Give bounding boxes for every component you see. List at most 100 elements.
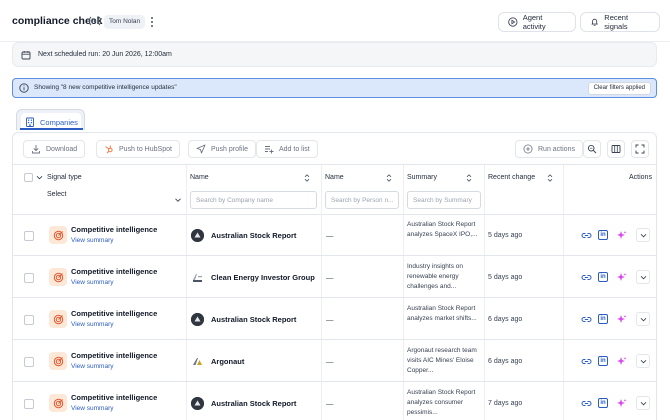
signal-type-badge <box>49 310 67 328</box>
linkedin-button[interactable]: in <box>596 396 610 410</box>
view-summary-link[interactable]: View summary <box>71 237 114 244</box>
columns-icon <box>611 145 621 153</box>
company-name[interactable]: Australian Stock Report <box>211 231 296 240</box>
chevron-down-icon <box>175 198 181 202</box>
recent-signals-button[interactable]: Recent signals <box>580 12 660 32</box>
summary-text: Argonaut research team visits AIC Mines'… <box>407 347 477 374</box>
summary-search-input[interactable] <box>407 191 481 209</box>
row-checkbox[interactable] <box>24 273 34 283</box>
company-name[interactable]: Australian Stock Report <box>211 399 296 408</box>
website-link-button[interactable] <box>579 228 593 242</box>
companies-table: Download Push to HubSpot Push profile Ad… <box>12 132 657 420</box>
actions-header: Actions <box>629 174 652 181</box>
ai-enrich-button[interactable] <box>614 396 628 410</box>
add-to-list-button[interactable]: Add to list <box>256 140 318 158</box>
row-checkbox[interactable] <box>24 357 34 367</box>
linkedin-button[interactable]: in <box>596 228 610 242</box>
app-header: compliance check Tom Nolan Agent activit… <box>0 0 670 42</box>
company-logo <box>191 229 204 242</box>
company-search-input[interactable] <box>190 191 317 209</box>
summary-text: Australian Stock Report analyzes market … <box>407 305 477 322</box>
link-icon <box>581 400 591 406</box>
ai-enrich-button[interactable] <box>614 270 628 284</box>
table-row[interactable]: Competitive intelligence View summary Au… <box>13 215 656 256</box>
clear-filters-button[interactable]: Clear filters applied <box>587 82 651 95</box>
list-add-icon <box>265 146 274 154</box>
website-link-button[interactable] <box>579 312 593 326</box>
sparkle-icon <box>616 230 626 239</box>
row-expand-button[interactable] <box>636 270 650 284</box>
sort-icon[interactable] <box>465 173 473 183</box>
schedule-banner: Next scheduled run: 20 Jun 2026, 12:00am <box>12 42 657 67</box>
company-logo <box>191 271 204 284</box>
ai-enrich-button[interactable] <box>614 228 628 242</box>
signal-type-badge <box>49 352 67 370</box>
website-link-button[interactable] <box>579 354 593 368</box>
download-button[interactable]: Download <box>23 140 86 158</box>
linkedin-button[interactable]: in <box>596 270 610 284</box>
fullscreen-button[interactable] <box>631 140 649 158</box>
linkedin-icon: in <box>598 314 608 324</box>
calendar-icon <box>21 50 31 59</box>
columns-button[interactable] <box>607 140 625 158</box>
row-checkbox[interactable] <box>24 315 34 325</box>
table-row[interactable]: Competitive intelligence View summary Au… <box>13 383 656 420</box>
view-summary-link[interactable]: View summary <box>71 321 114 328</box>
summary-header[interactable]: Summary <box>407 174 437 181</box>
row-checkbox[interactable] <box>24 231 34 241</box>
view-summary-link[interactable]: View summary <box>71 363 114 370</box>
person-name-header[interactable]: Name <box>325 174 344 181</box>
sort-icon[interactable] <box>303 173 311 183</box>
signal-type-select[interactable]: Select <box>47 191 184 209</box>
push-hubspot-button[interactable]: Push to HubSpot <box>96 140 180 158</box>
website-link-button[interactable] <box>579 396 593 410</box>
link-icon <box>581 232 591 238</box>
row-expand-button[interactable] <box>636 396 650 410</box>
push-profile-button[interactable]: Push profile <box>188 140 256 158</box>
ai-enrich-button[interactable] <box>614 354 628 368</box>
user-chip[interactable]: Tom Nolan <box>104 15 146 29</box>
company-name[interactable]: Argonaut <box>211 357 244 366</box>
row-expand-button[interactable] <box>636 228 650 242</box>
run-actions-button[interactable]: Run actions <box>515 140 583 158</box>
row-expand-button[interactable] <box>636 354 650 368</box>
chevron-down-icon[interactable] <box>36 174 43 181</box>
recent-change-header[interactable]: Recent change <box>488 174 535 181</box>
download-icon <box>32 145 40 154</box>
signal-title: Competitive intelligence <box>71 351 158 360</box>
table-row[interactable]: Competitive intelligence View summary Ar… <box>13 341 656 382</box>
linkedin-button[interactable]: in <box>596 354 610 368</box>
select-all-checkbox[interactable] <box>24 173 33 182</box>
agent-activity-button[interactable]: Agent activity <box>498 12 576 32</box>
kebab-menu-icon[interactable] <box>148 15 156 29</box>
download-label: Download <box>46 145 78 153</box>
company-name[interactable]: Australian Stock Report <box>211 315 296 324</box>
chevron-down-icon <box>640 275 646 279</box>
view-summary-link[interactable]: View summary <box>71 279 114 286</box>
row-expand-button[interactable] <box>636 312 650 326</box>
person-search-input[interactable] <box>325 191 399 209</box>
linkedin-button[interactable]: in <box>596 312 610 326</box>
company-name[interactable]: Clean Energy Investor Group <box>211 273 315 282</box>
row-checkbox[interactable] <box>24 399 34 409</box>
target-icon <box>53 356 63 366</box>
clean-energy-investor-group-logo <box>193 274 202 282</box>
company-name-header[interactable]: Name <box>190 174 209 181</box>
website-link-button[interactable] <box>579 270 593 284</box>
signal-type-badge <box>49 268 67 286</box>
sort-icon[interactable] <box>385 173 393 183</box>
table-row[interactable]: Competitive intelligence View summary Au… <box>13 299 656 340</box>
argonaut-logo <box>193 358 202 365</box>
view-summary-link[interactable]: View summary <box>71 405 114 412</box>
hubspot-icon <box>105 145 113 154</box>
sort-icon[interactable] <box>546 173 554 183</box>
link-icon <box>581 316 591 322</box>
search-records-button[interactable] <box>583 140 601 158</box>
broadcast-icon <box>89 16 101 26</box>
table-row[interactable]: Competitive intelligence View summary Cl… <box>13 257 656 298</box>
linkedin-icon: in <box>598 356 608 366</box>
company-logo <box>191 313 204 326</box>
ai-enrich-button[interactable] <box>614 312 628 326</box>
schedule-text: Next scheduled run: 20 Jun 2026, 12:00am <box>38 51 172 58</box>
company-logo <box>191 397 204 410</box>
